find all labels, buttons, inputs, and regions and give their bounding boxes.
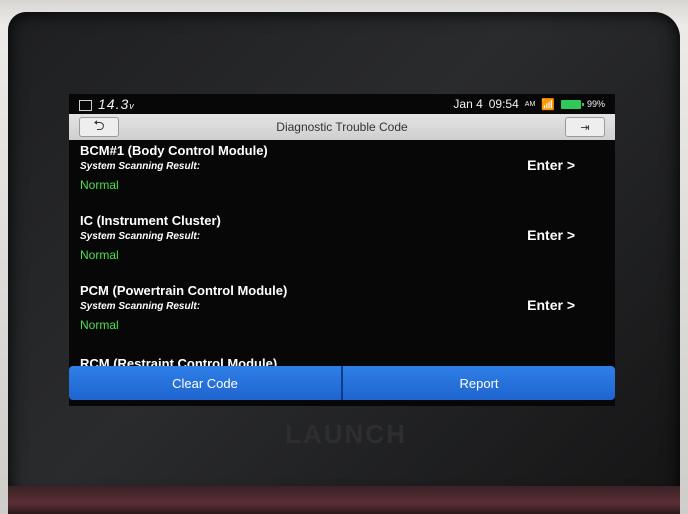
wifi-icon: 📶 xyxy=(541,98,555,111)
scan-status: Normal xyxy=(80,248,119,262)
clear-code-button[interactable]: Clear Code xyxy=(69,366,341,400)
battery-icon xyxy=(560,99,584,109)
calendar-icon xyxy=(79,99,92,111)
back-arrow-icon: ⮌ xyxy=(93,117,105,133)
enter-button[interactable]: Enter > xyxy=(527,157,575,173)
system-name: IC (Instrument Cluster) xyxy=(80,213,221,228)
list-item[interactable]: PCM (Powertrain Control Module) System S… xyxy=(69,280,615,350)
enter-button[interactable]: Enter > xyxy=(527,297,575,313)
exit-button[interactable]: ⇥ xyxy=(565,117,605,137)
status-time: 09:54 xyxy=(488,97,519,111)
battery-percent: 99% xyxy=(586,99,605,109)
scan-status: Normal xyxy=(80,318,119,332)
voltage-readout: 14.3v xyxy=(98,96,135,112)
status-bar: 14.3v Jan 4 09:54 AM 📶 99% xyxy=(69,94,615,114)
page-title: Diagnostic Trouble Code xyxy=(276,120,408,134)
title-bar: ⮌ Diagnostic Trouble Code ⇥ xyxy=(69,114,615,140)
status-date: Jan 4 xyxy=(453,97,483,111)
system-name: BCM#1 (Body Control Module) xyxy=(80,143,268,158)
system-name: PCM (Powertrain Control Module) xyxy=(80,283,288,298)
system-list[interactable]: BCM#1 (Body Control Module) System Scann… xyxy=(69,140,615,368)
enter-button[interactable]: Enter > xyxy=(527,227,575,243)
bottom-action-bar: Clear Code Report xyxy=(69,366,615,400)
list-item[interactable]: BCM#1 (Body Control Module) System Scann… xyxy=(69,140,615,210)
report-button[interactable]: Report xyxy=(341,366,615,400)
brand-logo: LAUNCH xyxy=(285,419,407,449)
exit-icon: ⇥ xyxy=(580,121,590,134)
scan-result-label: System Scanning Result: xyxy=(80,301,201,312)
back-button[interactable]: ⮌ xyxy=(79,117,119,137)
scan-result-label: System Scanning Result: xyxy=(80,231,201,242)
scan-status: Normal xyxy=(80,178,119,192)
device-base xyxy=(8,486,680,514)
device-screen: 14.3v Jan 4 09:54 AM 📶 99% ⮌ Diagnostic … xyxy=(69,94,615,406)
status-ampm: AM xyxy=(524,100,536,108)
list-item[interactable]: IC (Instrument Cluster) System Scanning … xyxy=(69,210,615,280)
scan-result-label: System Scanning Result: xyxy=(80,161,201,172)
